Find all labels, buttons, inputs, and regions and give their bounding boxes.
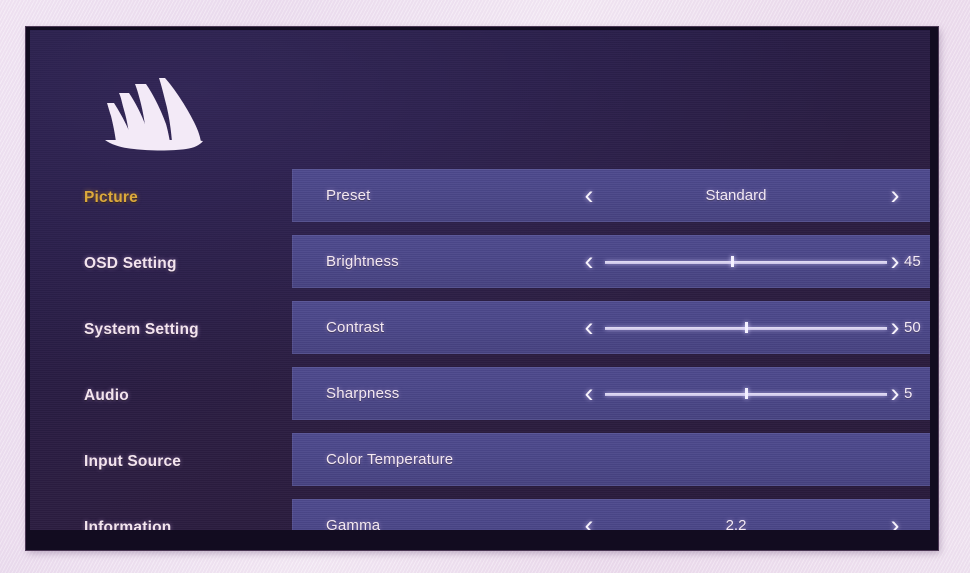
sidebar-item-label: Picture — [84, 189, 138, 206]
slider-thumb[interactable] — [745, 322, 748, 333]
row-preset[interactable]: Preset ‹ Standard › — [292, 169, 930, 222]
row-label: Gamma — [326, 517, 381, 530]
sidebar-item-picture[interactable]: Picture — [84, 185, 138, 211]
chevron-left-icon[interactable]: ‹ — [576, 367, 602, 420]
sidebar-item-label: Audio — [84, 387, 129, 404]
sidebar-item-audio[interactable]: Audio — [84, 383, 129, 409]
osd-menu-panel: Picture OSD Setting System Setting Audio… — [30, 30, 930, 530]
row-label: Sharpness — [326, 385, 400, 402]
row-label: Contrast — [326, 319, 385, 336]
sidebar-item-label: System Setting — [84, 321, 199, 338]
sharpness-value: 5 — [904, 385, 913, 402]
chevron-right-icon[interactable]: › — [882, 499, 908, 531]
row-contrast[interactable]: Contrast ‹ › 50 — [292, 301, 930, 354]
contrast-value: 50 — [904, 319, 921, 336]
chevron-left-icon[interactable]: ‹ — [576, 301, 602, 354]
sidebar-item-label: Input Source — [84, 453, 182, 470]
sidebar-item-information[interactable]: Information — [84, 515, 171, 530]
brightness-slider[interactable] — [605, 256, 887, 267]
chevron-left-icon[interactable]: ‹ — [576, 235, 602, 288]
row-label: Preset — [326, 187, 371, 204]
row-label: Color Temperature — [326, 451, 454, 468]
sidebar-item-system-setting[interactable]: System Setting — [84, 317, 199, 343]
slider-thumb[interactable] — [730, 256, 734, 267]
corsair-sails-logo — [102, 74, 220, 154]
row-value-preset: Standard — [705, 187, 767, 204]
slider-track — [605, 261, 887, 264]
osd-frame: Picture OSD Setting System Setting Audio… — [26, 27, 938, 550]
contrast-slider[interactable] — [605, 322, 887, 333]
chevron-right-icon[interactable]: › — [882, 169, 908, 222]
sidebar-item-osd-setting[interactable]: OSD Setting — [84, 251, 177, 277]
row-sharpness[interactable]: Sharpness ‹ › 5 — [292, 367, 930, 420]
sharpness-slider[interactable] — [605, 388, 887, 399]
row-brightness[interactable]: Brightness ‹ › 45 — [292, 235, 930, 288]
sidebar-item-label: Information — [84, 519, 172, 530]
row-label: Brightness — [326, 253, 399, 270]
slider-thumb[interactable] — [745, 388, 748, 399]
row-color-temperature[interactable]: Color Temperature — [292, 433, 930, 486]
row-gamma[interactable]: Gamma ‹ 2.2 › — [292, 499, 930, 530]
row-value-gamma: 2.2 — [725, 517, 747, 530]
sidebar-item-input-source[interactable]: Input Source — [84, 449, 181, 475]
brightness-value: 45 — [904, 253, 921, 270]
chevron-left-icon[interactable]: ‹ — [576, 499, 602, 531]
chevron-left-icon[interactable]: ‹ — [576, 169, 602, 222]
sidebar-item-label: OSD Setting — [84, 255, 177, 272]
